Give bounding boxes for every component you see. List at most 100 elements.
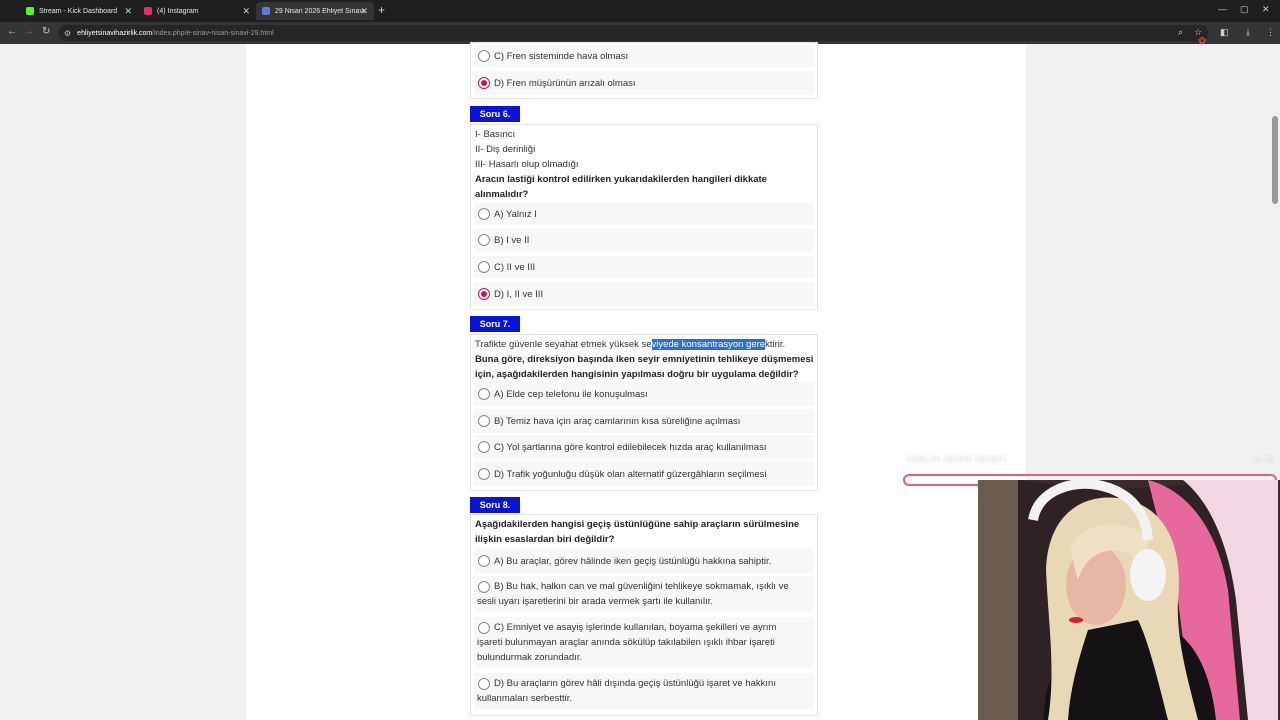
option-label: C) II ve III: [494, 262, 536, 273]
answer-option[interactable]: C) Emniyet ve asayiş işlerinde kullanıla…: [474, 617, 814, 667]
question-text: ilişkin esaslardan biri değildir?: [475, 534, 615, 545]
answer-option[interactable]: C) Yol şartlarına göre kontrol edilebile…: [474, 435, 814, 459]
close-icon[interactable]: ✕: [124, 6, 132, 17]
site-favicon-icon: [262, 7, 270, 15]
browser-tab-bar: Stream - Kick Dashboard ✕ (4) Instagram …: [0, 0, 1280, 22]
minimize-icon[interactable]: —: [1218, 4, 1227, 14]
radio-button[interactable]: [478, 581, 490, 593]
answer-option[interactable]: B) I ve II: [474, 229, 814, 251]
site-info-icon[interactable]: ⚙: [64, 29, 71, 38]
question-card-8: Aşağıdakilerden hangisi geçiş üstünlüğün…: [470, 514, 818, 716]
url-domain: ehliyetsinavihazirlik.com: [77, 29, 153, 37]
tab-label: 29 Nisan 2026 Ehliyet Sınavı Ha: [275, 7, 367, 15]
radio-button[interactable]: [478, 622, 490, 634]
radio-button-selected[interactable]: [478, 77, 490, 89]
question-text: Buna göre, direksiyon başında iken seyir…: [475, 354, 814, 365]
option-label: D) I, II ve III: [494, 289, 544, 300]
question-card-6: I- Basıncı II- Diş derinliği III- Hasarl…: [470, 124, 818, 310]
option-label: B) Bu hak, halkın can ve mal güvenliğini…: [494, 581, 789, 592]
address-bar-row: ← → ↻ ⚙ ehliyetsinavihazirlik.com /index…: [0, 22, 1280, 44]
option-label: sesli uyarı işaretlerini bir arada verme…: [477, 596, 714, 607]
question-text: alınmalıdır?: [475, 189, 529, 200]
option-label: A) Bu araçlar, görev hâlinde iken geçiş …: [494, 556, 772, 567]
url-path: /index.php/e-sinav-nisan-sinavi-29.html: [152, 29, 274, 37]
radio-button[interactable]: [478, 441, 490, 453]
text-selection: viyede konsantrasyon gere: [651, 339, 766, 350]
answer-option[interactable]: C) II ve III: [474, 256, 814, 278]
option-label: D) Bu araçların görev hâli dışında geçiş…: [494, 678, 776, 689]
answer-option[interactable]: B) Temiz hava için araç camlarının kısa …: [474, 409, 814, 433]
webcam-feed: [978, 480, 1280, 720]
extensions-icon[interactable]: ◧: [1220, 27, 1229, 38]
premise: I- Basıncı: [475, 129, 516, 140]
option-label: A) Yalnız I: [494, 209, 537, 220]
subscriber-goal-count: 0 / 25: [1254, 455, 1275, 464]
new-tab-icon[interactable]: +: [378, 3, 385, 17]
kick-icon: [26, 7, 34, 15]
option-label: bulundurmak zorundadır.: [477, 652, 583, 663]
answer-option[interactable]: D) Fren müşürünün arızalı olması: [474, 71, 814, 95]
window-close-icon[interactable]: ✕: [1262, 4, 1270, 15]
instagram-icon: [144, 7, 152, 15]
option-label: D) Trafik yoğunluğu düşük olan alternati…: [494, 469, 767, 480]
option-label: C) Fren sisteminde hava olması: [494, 51, 629, 62]
option-label: B) Temiz hava için araç camlarının kısa …: [494, 416, 741, 427]
answer-option[interactable]: A) Elde cep telefonu ile konuşulması: [474, 382, 814, 406]
radio-button[interactable]: [478, 678, 490, 690]
question-text: Aşağıdakilerden hangisi geçiş üstünlüğün…: [475, 519, 800, 530]
radio-button[interactable]: [478, 261, 490, 273]
forward-icon[interactable]: →: [24, 26, 34, 37]
menu-icon[interactable]: ⋮: [1266, 27, 1275, 38]
answer-option[interactable]: D) Trafik yoğunluğu düşük olan alternati…: [474, 462, 814, 486]
question-badge: Soru 8.: [470, 497, 520, 513]
answer-option[interactable]: A) Yalnız I: [474, 203, 814, 225]
question-text: için, aşağıdakilerden hangisinin yapılma…: [475, 369, 799, 380]
tab-exam-page[interactable]: 29 Nisan 2026 Ehliyet Sınavı Ha ✕: [256, 2, 374, 20]
radio-button[interactable]: [478, 208, 490, 220]
tab-instagram[interactable]: (4) Instagram ✕: [138, 2, 256, 20]
back-icon[interactable]: ←: [7, 26, 17, 37]
close-icon[interactable]: ✕: [360, 6, 368, 17]
question-intro: Trafikte güvenle seyahat etmek yüksek se…: [475, 339, 786, 350]
streamer-image: [978, 480, 1280, 720]
zoom-icon[interactable]: ⌕: [1178, 27, 1183, 38]
tab-label: Stream - Kick Dashboard: [39, 7, 118, 15]
channel-logo-icon: ✿: [1198, 36, 1207, 47]
premise: III- Hasarlı olup olmadığı: [475, 159, 579, 170]
tab-label: (4) Instagram: [157, 7, 199, 15]
answer-option[interactable]: B) Bu hak, halkın can ve mal güvenliğini…: [474, 576, 814, 612]
radio-button[interactable]: [478, 555, 490, 567]
tab-kick-dashboard[interactable]: Stream - Kick Dashboard ✕: [20, 2, 138, 20]
radio-button[interactable]: [478, 234, 490, 246]
question-text: Aracın lastiği kontrol edilirken yukarıd…: [475, 174, 767, 185]
radio-button[interactable]: [478, 468, 490, 480]
scrollbar-thumb[interactable]: [1272, 116, 1278, 204]
option-label: A) Elde cep telefonu ile konuşulması: [494, 389, 648, 400]
premise: II- Diş derinliği: [475, 144, 536, 155]
question-card-7: Trafikte güvenle seyahat etmek yüksek se…: [470, 334, 818, 491]
answer-option[interactable]: D) Bu araçların görev hâli dışında geçiş…: [474, 673, 814, 709]
option-label: C) Yol şartlarına göre kontrol edilebile…: [494, 442, 767, 453]
radio-button[interactable]: [478, 415, 490, 427]
close-icon[interactable]: ✕: [242, 6, 250, 17]
answer-option[interactable]: D) I, II ve III: [474, 282, 814, 306]
question-card-5: C) Fren sisteminde hava olması D) Fren m…: [470, 42, 818, 99]
reload-icon[interactable]: ↻: [42, 26, 50, 37]
option-label: kullanmaları serbesttir.: [477, 693, 573, 704]
exam-page: C) Fren sisteminde hava olması D) Fren m…: [246, 42, 1026, 720]
radio-button-selected[interactable]: [478, 288, 490, 300]
url-field[interactable]: ⚙ ehliyetsinavihazirlik.com /index.php/e…: [58, 25, 1208, 41]
option-label: C) Emniyet ve asayiş işlerinde kullanıla…: [494, 622, 777, 633]
maximize-icon[interactable]: ▢: [1240, 4, 1249, 15]
answer-option[interactable]: A) Bu araçlar, görev hâlinde iken geçiş …: [474, 549, 814, 573]
radio-button[interactable]: [478, 388, 490, 400]
question-badge: Soru 6.: [470, 106, 520, 122]
subscriber-goal-label: GÜNLÜK ABONE HEDEFİ: [906, 455, 1007, 464]
answer-option[interactable]: C) Fren sisteminde hava olması: [474, 45, 814, 67]
option-label: işareti bulunmayan araçlar anında sökülü…: [477, 637, 775, 648]
download-icon[interactable]: ⤓: [1246, 27, 1250, 38]
option-label: B) I ve II: [494, 235, 530, 246]
radio-button[interactable]: [478, 50, 490, 62]
question-badge: Soru 7.: [470, 316, 520, 332]
option-label: D) Fren müşürünün arızalı olması: [494, 78, 636, 89]
